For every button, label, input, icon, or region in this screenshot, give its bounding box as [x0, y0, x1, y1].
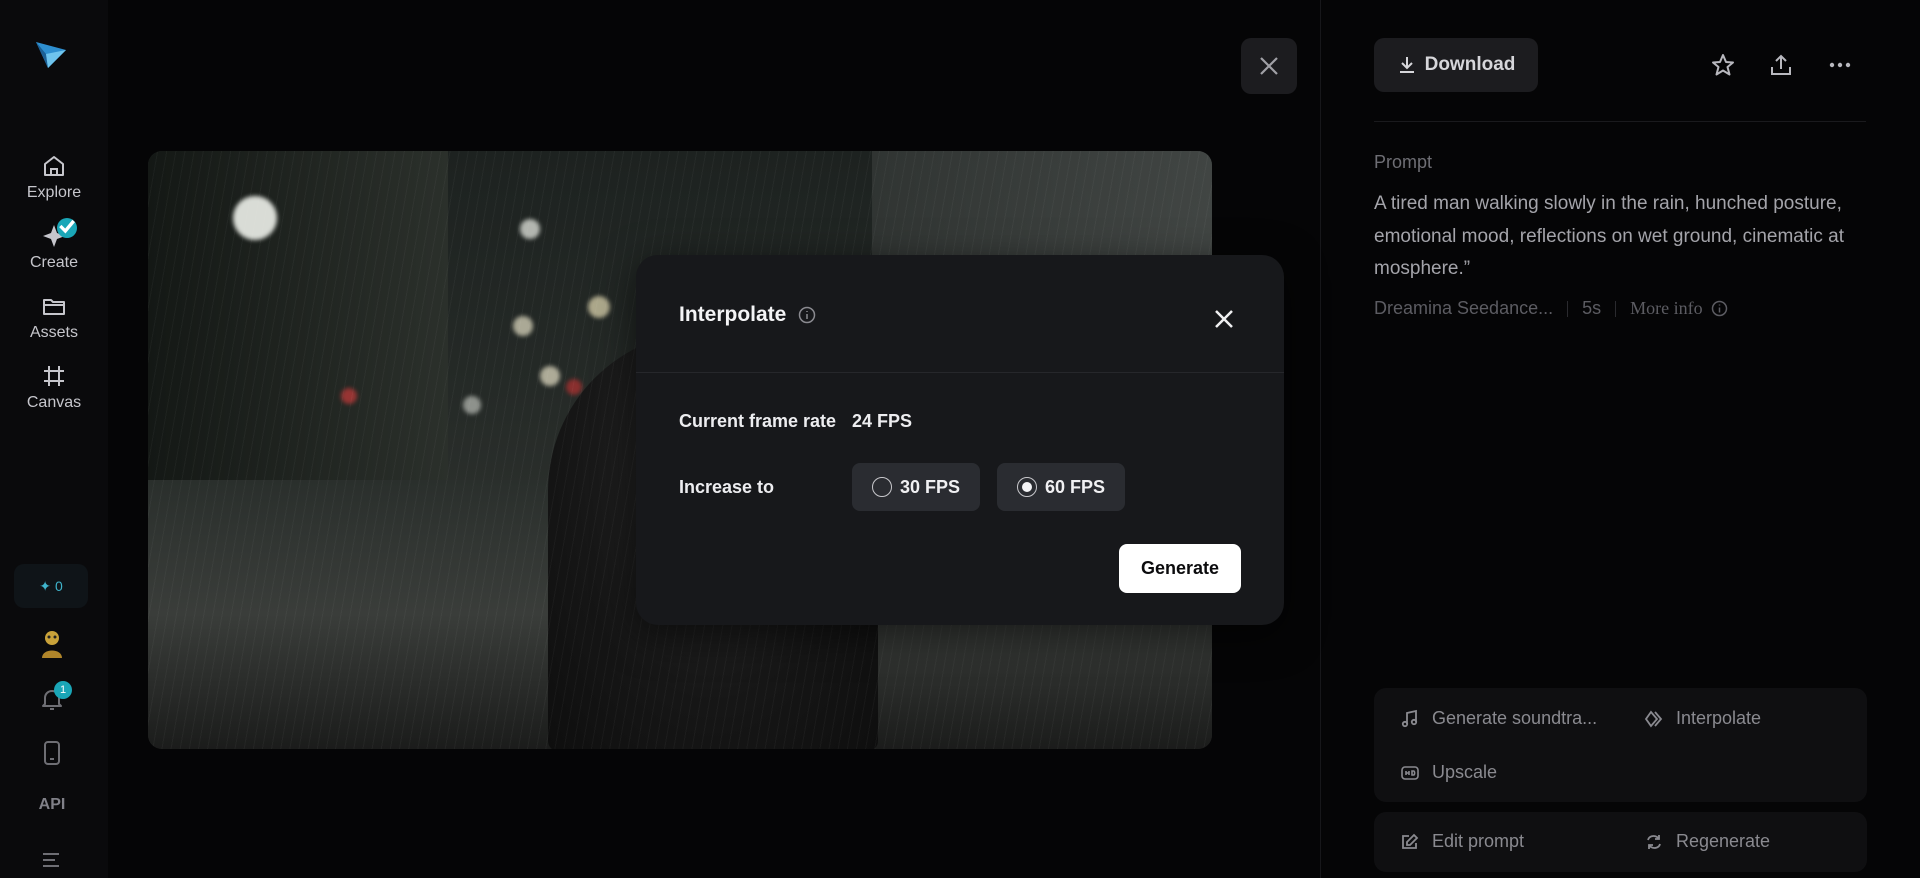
tools-panel: Generate soundtra... Interpolate Upscale [1374, 688, 1867, 802]
tool-label: Generate soundtra... [1432, 708, 1598, 728]
generate-button[interactable]: Generate [1119, 544, 1241, 593]
radio-button [872, 477, 892, 497]
close-icon [1215, 310, 1233, 328]
sidebar-item-label: Assets [29, 324, 78, 341]
prompt-text: A tired man walking slowly in the rain, … [1374, 193, 1844, 279]
sidebar-item-label: Create [29, 254, 79, 271]
sidebar-item-label: Canvas [26, 394, 82, 411]
tool-label: Edit prompt [1432, 831, 1525, 851]
separator [1615, 300, 1617, 317]
regenerate-icon [1647, 834, 1661, 849]
tools-panel-secondary: Edit prompt Regenerate [1374, 812, 1867, 872]
dialog-title: Interpolate [679, 303, 816, 327]
credits-button[interactable]: ✦ 0 [14, 564, 88, 608]
notification-badge: 1 [54, 681, 72, 699]
favorite-button[interactable] [1706, 48, 1740, 82]
fps-option-60[interactable]: 60 FPS [997, 463, 1126, 511]
check-badge-icon [57, 218, 77, 238]
tool-label: Regenerate [1676, 831, 1771, 851]
close-icon [1260, 57, 1278, 75]
upscale-button[interactable]: Upscale [1400, 762, 1497, 783]
canvas-icon [44, 366, 64, 386]
sidebar-item-explore[interactable]: Explore [0, 152, 108, 202]
increase-to-label: Increase to [679, 477, 775, 497]
divider [1374, 121, 1866, 122]
hd-icon [1401, 765, 1419, 780]
folder-icon [43, 299, 65, 315]
sidebar-item-create[interactable]: Create [0, 218, 108, 272]
mobile-app-icon[interactable] [40, 740, 64, 766]
panel-divider [1320, 0, 1321, 878]
credits-count: 0 [54, 578, 63, 594]
avatar[interactable] [38, 628, 66, 660]
sidebar-item-label: Explore [26, 184, 82, 201]
tool-label: Interpolate [1676, 708, 1762, 728]
edit-icon [1402, 833, 1419, 849]
menu-icon[interactable] [40, 850, 62, 870]
download-icon [1399, 57, 1414, 73]
app-logo[interactable] [34, 38, 68, 72]
more-info-label: More info [1630, 298, 1703, 318]
sidebar-item-assets[interactable]: Assets [0, 292, 108, 342]
download-button[interactable]: Download [1374, 38, 1538, 92]
current-frame-rate-value: 24 FPS [852, 411, 913, 431]
duration: 5s [1582, 298, 1602, 318]
tool-label: Upscale [1432, 762, 1498, 782]
sidebar: Explore Create Assets Canvas ✦ 0 1 API [0, 0, 108, 878]
api-link[interactable]: API [0, 796, 104, 814]
fps-option-label: 60 FPS [1045, 476, 1106, 497]
info-icon [1711, 300, 1727, 317]
download-label: Download [1424, 54, 1516, 75]
generate-soundtrack-button[interactable]: Generate soundtra... [1400, 708, 1597, 729]
model-name: Dreamina Seedance... [1374, 298, 1554, 318]
more-options-button[interactable] [1823, 48, 1857, 82]
sparkle-icon: ✦ [39, 577, 51, 594]
interpolate-button[interactable]: Interpolate [1644, 708, 1761, 729]
fps-option-30[interactable]: 30 FPS [852, 463, 981, 511]
interpolate-icon [1644, 710, 1663, 727]
interpolate-dialog: Interpolate Current frame rate 24 FPS In… [636, 255, 1284, 625]
share-icon [1771, 54, 1791, 75]
star-icon [1712, 54, 1734, 76]
fps-option-label: 30 FPS [900, 476, 961, 497]
edit-prompt-button[interactable]: Edit prompt [1400, 831, 1524, 852]
more-info-link[interactable]: More info [1630, 298, 1727, 319]
radio-button-selected [1017, 477, 1037, 497]
close-viewer-button[interactable] [1241, 38, 1297, 94]
dialog-close-button[interactable] [1208, 303, 1240, 335]
more-horizontal-icon [1829, 62, 1851, 68]
separator [1567, 300, 1569, 317]
home-icon [44, 156, 64, 176]
generation-meta: Dreamina Seedance... 5s More info [1374, 298, 1728, 319]
music-note-icon [1401, 709, 1418, 727]
regenerate-button[interactable]: Regenerate [1644, 831, 1770, 852]
info-icon[interactable] [798, 306, 816, 324]
share-button[interactable] [1764, 48, 1798, 82]
divider [636, 372, 1284, 373]
sidebar-item-canvas[interactable]: Canvas [0, 362, 108, 412]
current-frame-rate-label: Current frame rate [679, 411, 837, 431]
dialog-title-text: Interpolate [679, 303, 787, 326]
prompt-label: Prompt [1374, 152, 1433, 172]
